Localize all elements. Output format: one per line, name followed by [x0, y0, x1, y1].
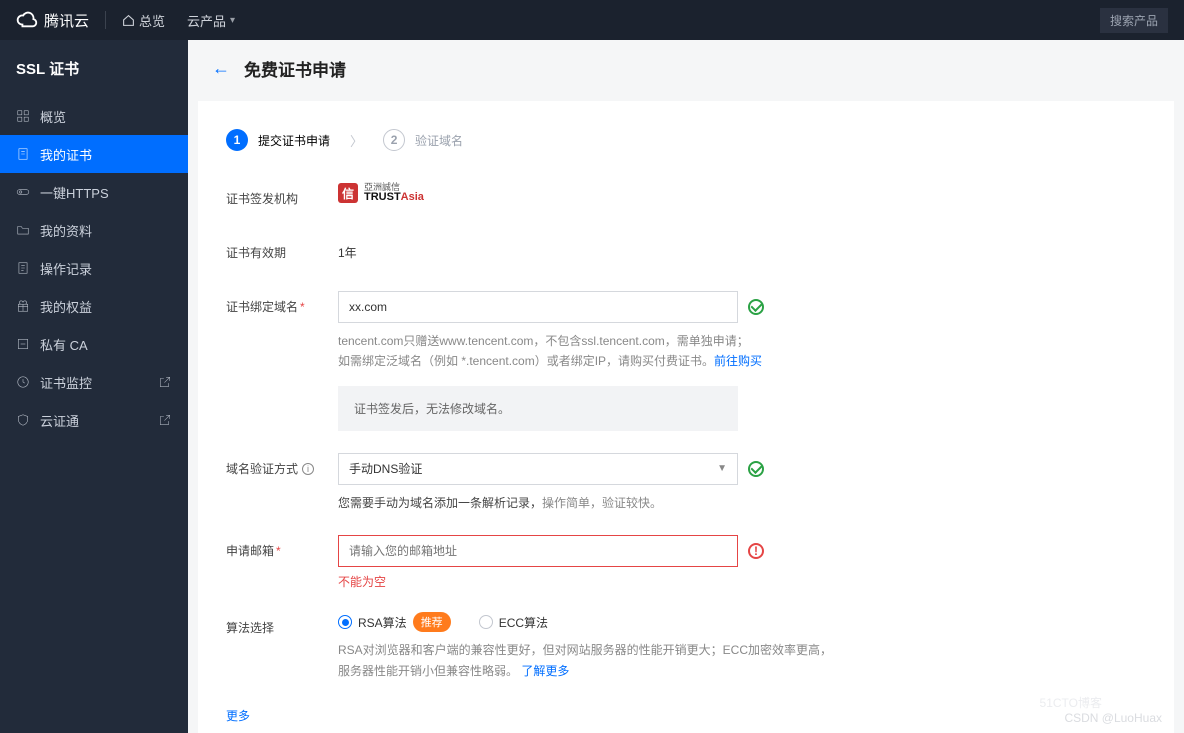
grid-icon [16, 109, 30, 123]
row-verify: 域名验证方式i 手动DNS验证 ▼ 您需要手动为域名添加一条解析记录，操作简单，… [226, 453, 1146, 513]
sidebar-item-label: 我的证书 [40, 145, 92, 164]
period-value: 1年 [338, 237, 838, 269]
topbar-separator [105, 11, 106, 29]
radio-dot-icon [338, 615, 352, 629]
algo-label: 算法选择 [226, 612, 338, 644]
products-label: 云产品 [187, 11, 226, 30]
step-number: 2 [383, 129, 405, 151]
radio-label: RSA算法 [358, 614, 407, 631]
row-email: 申请邮箱* ! 不能为空 [226, 535, 1146, 590]
email-error: 不能为空 [338, 573, 838, 590]
domain-label: 证书绑定域名* [226, 291, 338, 323]
steps: 1 提交证书申请 〉 2 验证域名 [226, 129, 1146, 151]
gift-icon [16, 299, 30, 313]
page-icon [16, 147, 30, 161]
sidebar: SSL 证书 概览 我的证书 一键HTTPS 我的资料 操作记录 我的权益 私有… [0, 40, 188, 733]
step-2: 2 验证域名 [383, 129, 463, 151]
row-algorithm: 算法选择 RSA算法 推荐 ECC算法 [226, 612, 1146, 681]
form-card: 1 提交证书申请 〉 2 验证域名 证书签发机构 信 [198, 101, 1174, 733]
status-ok-icon [748, 299, 764, 315]
search-box[interactable]: 搜索产品 [1100, 8, 1168, 33]
sidebar-item-my-certs[interactable]: 我的证书 [0, 135, 188, 173]
sidebar-item-oneclick-https[interactable]: 一键HTTPS [0, 173, 188, 211]
step-label: 提交证书申请 [258, 132, 330, 149]
verify-hint: 您需要手动为域名添加一条解析记录，操作简单，验证较快。 [338, 493, 838, 513]
products-link[interactable]: 云产品 ▾ [187, 11, 235, 30]
recommend-tag: 推荐 [413, 612, 451, 632]
sidebar-item-overview[interactable]: 概览 [0, 97, 188, 135]
page-title: 免费证书申请 [244, 56, 346, 81]
overview-link[interactable]: 总览 [122, 11, 165, 30]
doc-icon [16, 261, 30, 275]
verify-label: 域名验证方式i [226, 453, 338, 485]
sidebar-item-label: 我的资料 [40, 221, 92, 240]
info-icon[interactable]: i [302, 463, 314, 475]
sidebar-item-cloud-cert[interactable]: 云证通 [0, 401, 188, 439]
sidebar-item-logs[interactable]: 操作记录 [0, 249, 188, 287]
step-number: 1 [226, 129, 248, 151]
shield-icon [16, 413, 30, 427]
learn-more-link[interactable]: 了解更多 [521, 664, 569, 678]
more-toggle[interactable]: 更多 [226, 707, 1146, 724]
period-label: 证书有效期 [226, 237, 338, 269]
verify-select[interactable]: 手动DNS验证 ▼ [338, 453, 738, 485]
brand-logo[interactable]: 腾讯云 [16, 9, 89, 31]
chevron-down-icon: ▾ [230, 15, 235, 26]
sidebar-item-benefits[interactable]: 我的权益 [0, 287, 188, 325]
sidebar-item-profile[interactable]: 我的资料 [0, 211, 188, 249]
sidebar-item-label: 概览 [40, 107, 66, 126]
domain-notice: 证书签发后，无法修改域名。 [338, 386, 738, 431]
step-chevron-icon: 〉 [350, 131, 363, 150]
monitor-icon [16, 375, 30, 389]
radio-ecc[interactable]: ECC算法 [479, 614, 548, 631]
sidebar-item-label: 证书监控 [40, 373, 92, 392]
sidebar-item-label: 操作记录 [40, 259, 92, 278]
cloud-logo-icon [16, 9, 38, 31]
main-content: ← 免费证书申请 1 提交证书申请 〉 2 验证域名 证书签发机构 [188, 40, 1184, 733]
trustasia-badge-icon: 信 [338, 183, 358, 203]
radio-label: ECC算法 [499, 614, 548, 631]
email-label: 申请邮箱* [226, 535, 338, 567]
sidebar-item-label: 一键HTTPS [40, 183, 109, 202]
sidebar-item-private-ca[interactable]: 私有 CA [0, 325, 188, 363]
sidebar-item-label: 私有 CA [40, 335, 88, 354]
sidebar-title: SSL 证书 [0, 58, 188, 97]
ca-icon [16, 337, 30, 351]
issuer-brand: TRUSTAsia [364, 192, 424, 203]
domain-hint: tencent.com只赠送www.tencent.com，不包含ssl.ten… [338, 331, 838, 372]
sidebar-item-monitor[interactable]: 证书监控 [0, 363, 188, 401]
step-label: 验证域名 [415, 132, 463, 149]
step-1: 1 提交证书申请 [226, 129, 330, 151]
verify-value: 手动DNS验证 [349, 460, 422, 477]
chevron-down-icon: ▼ [717, 463, 727, 474]
watermark: CSDN @LuoHuax [1064, 711, 1162, 725]
issuer-label: 证书签发机构 [226, 183, 338, 215]
folder-icon [16, 223, 30, 237]
row-issuer: 证书签发机构 信 亞洲誠信 TRUSTAsia [226, 183, 1146, 215]
brand-name: 腾讯云 [44, 10, 89, 31]
sidebar-item-label: 我的权益 [40, 297, 92, 316]
status-ok-icon [748, 461, 764, 477]
page-header: ← 免费证书申请 [188, 40, 1184, 91]
back-arrow-icon[interactable]: ← [212, 58, 230, 79]
radio-rsa[interactable]: RSA算法 推荐 [338, 612, 451, 632]
buy-link[interactable]: 前往购买 [714, 354, 762, 368]
row-period: 证书有效期 1年 [226, 237, 1146, 269]
issuer-value: 信 亞洲誠信 TRUSTAsia [338, 183, 838, 203]
external-link-icon [158, 413, 172, 427]
row-domain: 证书绑定域名* tencent.com只赠送www.tencent.com，不包… [226, 291, 1146, 431]
algo-hint: RSA对浏览器和客户端的兼容性更好，但对网站服务器的性能开销更大；ECC加密效率… [338, 640, 838, 681]
domain-input[interactable] [338, 291, 738, 323]
status-error-icon: ! [748, 543, 764, 559]
form: 证书签发机构 信 亞洲誠信 TRUSTAsia 证书有效期 [226, 183, 1146, 724]
topbar: 腾讯云 总览 云产品 ▾ 搜索产品 [0, 0, 1184, 40]
sidebar-item-label: 云证通 [40, 411, 79, 430]
toggle-icon [16, 185, 30, 199]
radio-dot-icon [479, 615, 493, 629]
overview-label: 总览 [139, 11, 165, 30]
watermark: 51CTO博客 [1040, 694, 1102, 711]
email-input[interactable] [338, 535, 738, 567]
external-link-icon [158, 375, 172, 389]
home-icon [122, 14, 135, 27]
